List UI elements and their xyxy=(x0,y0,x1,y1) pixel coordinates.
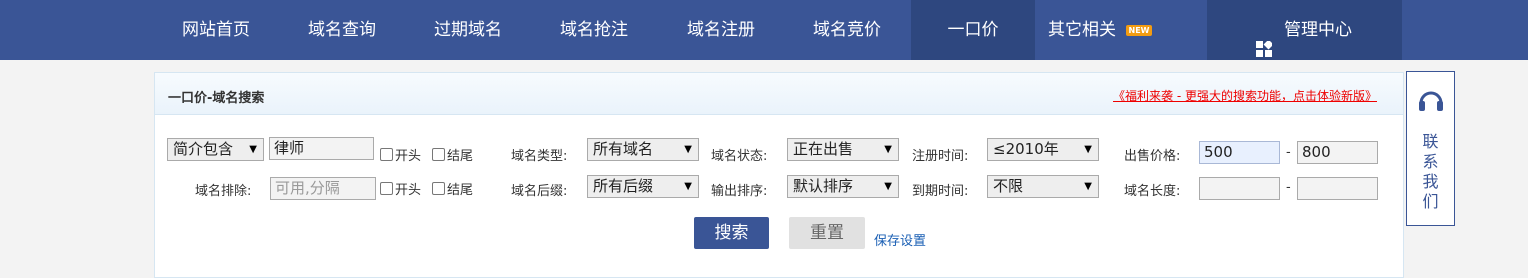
domain-exclude-label: 域名排除: xyxy=(195,184,252,199)
domain-suffix-label: 域名后缀: xyxy=(511,184,568,199)
search-panel: 一口价-域名搜索 《福利来袭 - 更强大的搜索功能，点击体验新版》 简介包含 ▼… xyxy=(154,72,1404,278)
match-type-value: 简介包含 xyxy=(173,140,234,158)
dashboard-icon xyxy=(1256,22,1274,57)
output-sort-label: 输出排序: xyxy=(711,184,768,199)
contact-us-label: 联 系 我 们 xyxy=(1422,132,1439,211)
price-max-input[interactable]: 800 xyxy=(1297,141,1378,164)
top-navigation-bar: 网站首页 域名查询 过期域名 域名抢注 域名注册 域名竞价 一口价 其它相关 N… xyxy=(0,0,1528,60)
domain-suffix-value: 所有后缀 xyxy=(593,177,654,195)
headset-icon xyxy=(1416,86,1446,116)
keyword-ends-label: 结尾 xyxy=(447,149,474,164)
panel-title: 一口价-域名搜索 xyxy=(168,91,265,106)
domain-status-label: 域名状态: xyxy=(711,149,768,164)
nav-item-domain-snapping[interactable]: 域名抢注 xyxy=(540,0,648,60)
keyword-starts-checkbox[interactable] xyxy=(380,148,393,161)
nav-item-other[interactable]: 其它相关 xyxy=(1038,0,1126,60)
nav-item-expired-domains[interactable]: 过期域名 xyxy=(414,0,522,60)
length-min-input[interactable] xyxy=(1199,177,1280,200)
keyword-starts-label: 开头 xyxy=(395,149,422,164)
nav-item-home[interactable]: 网站首页 xyxy=(162,0,270,60)
nav-item-domain-register[interactable]: 域名注册 xyxy=(667,0,775,60)
register-time-select[interactable]: ≤2010年 ▼ xyxy=(987,138,1099,161)
exclude-starts-label: 开头 xyxy=(395,183,422,198)
exclude-starts-checkbox[interactable] xyxy=(380,182,393,195)
dropdown-arrow-icon: ▼ xyxy=(1084,181,1092,192)
nav-item-domain-auction[interactable]: 域名竞价 xyxy=(793,0,901,60)
dropdown-arrow-icon: ▼ xyxy=(684,144,692,155)
match-type-select[interactable]: 简介包含 ▼ xyxy=(167,138,264,161)
dropdown-arrow-icon: ▼ xyxy=(684,181,692,192)
output-sort-select[interactable]: 默认排序 ▼ xyxy=(787,175,899,198)
dropdown-arrow-icon: ▼ xyxy=(884,181,892,192)
expire-time-label: 到期时间: xyxy=(912,184,969,199)
nav-item-domain-query[interactable]: 域名查询 xyxy=(288,0,396,60)
keyword-ends-checkbox[interactable] xyxy=(432,148,445,161)
domain-exclude-input[interactable]: 可用,分隔 xyxy=(270,177,376,200)
domain-status-value: 正在出售 xyxy=(793,140,854,158)
search-button[interactable]: 搜索 xyxy=(694,217,769,249)
domain-type-value: 所有域名 xyxy=(593,140,654,158)
reset-button[interactable]: 重置 xyxy=(789,217,865,249)
keyword-input[interactable]: 律师 xyxy=(269,137,374,160)
register-time-value: ≤2010年 xyxy=(993,140,1059,158)
output-sort-value: 默认排序 xyxy=(793,177,854,195)
admin-center-label: 管理中心 xyxy=(1284,20,1352,40)
domain-length-label: 域名长度: xyxy=(1124,184,1181,199)
price-range-separator: - xyxy=(1286,145,1291,160)
register-time-label: 注册时间: xyxy=(912,149,969,164)
dropdown-arrow-icon: ▼ xyxy=(249,144,257,155)
price-label: 出售价格: xyxy=(1124,149,1181,164)
contact-us-tab[interactable]: 联 系 我 们 xyxy=(1406,71,1455,226)
dropdown-arrow-icon: ▼ xyxy=(1084,144,1092,155)
promo-new-version-link[interactable]: 《福利来袭 - 更强大的搜索功能，点击体验新版》 xyxy=(1113,87,1377,104)
price-min-input[interactable]: 500 xyxy=(1199,141,1280,164)
new-badge: NEW xyxy=(1126,25,1152,36)
length-range-separator: - xyxy=(1286,180,1291,195)
domain-type-select[interactable]: 所有域名 ▼ xyxy=(587,138,699,161)
domain-status-select[interactable]: 正在出售 ▼ xyxy=(787,138,899,161)
exclude-ends-checkbox[interactable] xyxy=(432,182,445,195)
domain-type-label: 域名类型: xyxy=(511,149,568,164)
expire-time-value: 不限 xyxy=(993,177,1024,195)
save-settings-link[interactable]: 保存设置 xyxy=(874,230,926,249)
nav-item-fixed-price[interactable]: 一口价 xyxy=(911,0,1035,60)
length-max-input[interactable] xyxy=(1297,177,1378,200)
exclude-ends-label: 结尾 xyxy=(447,183,474,198)
domain-suffix-select[interactable]: 所有后缀 ▼ xyxy=(587,175,699,198)
expire-time-select[interactable]: 不限 ▼ xyxy=(987,175,1099,198)
panel-header: 一口价-域名搜索 《福利来袭 - 更强大的搜索功能，点击体验新版》 xyxy=(155,73,1403,115)
admin-center-link[interactable]: 管理中心 xyxy=(1207,0,1402,60)
dropdown-arrow-icon: ▼ xyxy=(884,144,892,155)
